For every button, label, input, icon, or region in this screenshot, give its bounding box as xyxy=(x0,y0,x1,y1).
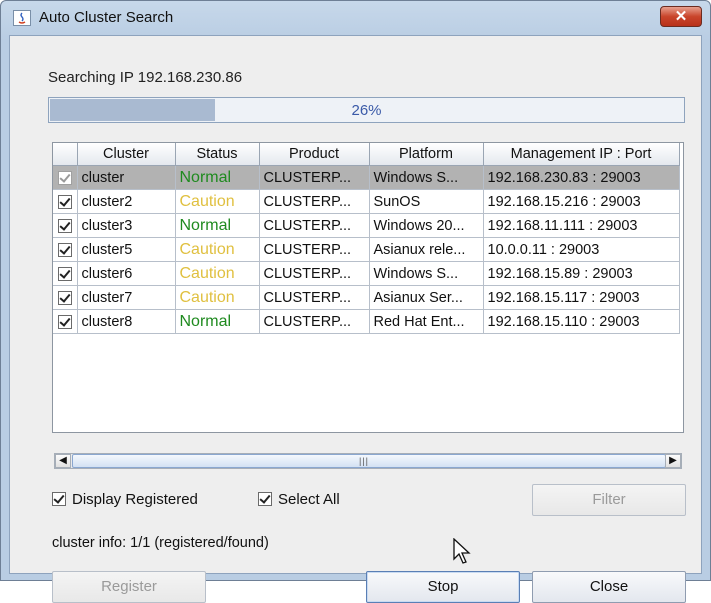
cell-cluster: cluster xyxy=(77,165,176,190)
search-status-label: Searching IP 192.168.230.86 xyxy=(48,69,243,86)
cell-management-ip: 192.168.230.83 : 29003 xyxy=(483,165,680,190)
cell-status: Caution xyxy=(175,189,260,214)
row-checkbox[interactable] xyxy=(57,218,72,233)
horizontal-scrollbar[interactable]: ◀ ||| ▶ xyxy=(54,453,682,469)
select-all-label: Select All xyxy=(278,491,340,508)
java-app-icon xyxy=(13,10,31,26)
cell-cluster: cluster6 xyxy=(77,261,176,286)
cell-status: Caution xyxy=(175,285,260,310)
search-progress-bar: 26% xyxy=(48,97,685,123)
cell-product: CLUSTERP... xyxy=(259,309,370,334)
cell-product: CLUSTERP... xyxy=(259,165,370,190)
cluster-info-label: cluster info: 1/1 (registered/found) xyxy=(52,535,269,551)
cell-cluster: cluster8 xyxy=(77,309,176,334)
window-close-button[interactable]: ✕ xyxy=(660,6,702,27)
cell-product: CLUSTERP... xyxy=(259,261,370,286)
cell-cluster: cluster5 xyxy=(77,237,176,262)
window-title: Auto Cluster Search xyxy=(39,9,174,26)
scroll-left-arrow-icon[interactable]: ◀ xyxy=(55,454,71,468)
cell-management-ip: 192.168.15.110 : 29003 xyxy=(483,309,680,334)
title-bar[interactable]: Auto Cluster Search ✕ xyxy=(1,1,710,35)
scroll-right-arrow-icon[interactable]: ▶ xyxy=(665,454,681,468)
column-header-status[interactable]: Status xyxy=(175,143,260,166)
cell-management-ip: 192.168.15.117 : 29003 xyxy=(483,285,680,310)
table-header-row: Cluster Status Product Platform Manageme… xyxy=(53,143,680,166)
cell-platform: Asianux Ser... xyxy=(369,285,484,310)
cell-status: Normal xyxy=(175,165,260,190)
close-icon: ✕ xyxy=(674,8,688,25)
stop-button[interactable]: Stop xyxy=(366,571,520,603)
cell-platform: Windows 20... xyxy=(369,213,484,238)
mouse-cursor-icon xyxy=(453,538,471,564)
cell-management-ip: 192.168.11.111 : 29003 xyxy=(483,213,680,238)
cell-platform: Windows S... xyxy=(369,165,484,190)
table-row[interactable]: cluster3 Normal CLUSTERP... Windows 20..… xyxy=(53,213,680,238)
row-checkbox-cell[interactable] xyxy=(53,165,78,190)
table-row[interactable]: cluster6 Caution CLUSTERP... Windows S..… xyxy=(53,261,680,286)
cell-platform: Asianux rele... xyxy=(369,237,484,262)
cell-product: CLUSTERP... xyxy=(259,285,370,310)
table-row[interactable]: cluster Normal CLUSTERP... Windows S... … xyxy=(53,165,680,190)
table-row[interactable]: cluster5 Caution CLUSTERP... Asianux rel… xyxy=(53,237,680,262)
row-checkbox-cell[interactable] xyxy=(53,189,78,214)
cell-management-ip: 192.168.15.89 : 29003 xyxy=(483,261,680,286)
row-checkbox-cell[interactable] xyxy=(53,213,78,238)
checkbox-checked-icon[interactable] xyxy=(258,492,272,507)
column-header-check[interactable] xyxy=(53,143,78,166)
column-header-cluster[interactable]: Cluster xyxy=(77,143,176,166)
table-row[interactable]: cluster8 Normal CLUSTERP... Red Hat Ent.… xyxy=(53,309,680,334)
row-checkbox[interactable] xyxy=(57,266,72,281)
cell-platform: Red Hat Ent... xyxy=(369,309,484,334)
checkbox-checked-icon[interactable] xyxy=(52,492,66,507)
cell-platform: Windows S... xyxy=(369,261,484,286)
grip-icon: ||| xyxy=(359,456,370,466)
scrollbar-thumb[interactable]: ||| xyxy=(72,454,666,468)
filter-button[interactable]: Filter xyxy=(532,484,686,516)
column-header-product[interactable]: Product xyxy=(259,143,370,166)
row-checkbox[interactable] xyxy=(57,242,72,257)
row-checkbox-cell[interactable] xyxy=(53,309,78,334)
row-checkbox[interactable] xyxy=(57,314,72,329)
cluster-table: Cluster Status Product Platform Manageme… xyxy=(52,142,684,433)
cell-management-ip: 10.0.0.11 : 29003 xyxy=(483,237,680,262)
cell-cluster: cluster7 xyxy=(77,285,176,310)
select-all-checkbox[interactable]: Select All xyxy=(258,491,340,508)
row-checkbox-cell[interactable] xyxy=(53,285,78,310)
cell-cluster: cluster2 xyxy=(77,189,176,214)
cell-cluster: cluster3 xyxy=(77,213,176,238)
cell-platform: SunOS xyxy=(369,189,484,214)
row-checkbox[interactable] xyxy=(57,290,72,305)
row-checkbox-cell[interactable] xyxy=(53,237,78,262)
table-row[interactable]: cluster2 Caution CLUSTERP... SunOS 192.1… xyxy=(53,189,680,214)
dialog-content: Searching IP 192.168.230.86 26% Cluster … xyxy=(9,35,702,603)
column-header-platform[interactable]: Platform xyxy=(369,143,484,166)
table-row[interactable]: cluster7 Caution CLUSTERP... Asianux Ser… xyxy=(53,285,680,310)
cell-product: CLUSTERP... xyxy=(259,213,370,238)
cell-status: Normal xyxy=(175,309,260,334)
display-registered-checkbox[interactable]: Display Registered xyxy=(52,491,198,508)
row-checkbox[interactable] xyxy=(57,194,72,209)
column-header-management-ip[interactable]: Management IP : Port xyxy=(483,143,680,166)
cell-status: Normal xyxy=(175,213,260,238)
close-button[interactable]: Close xyxy=(532,571,686,603)
row-checkbox[interactable] xyxy=(57,170,72,185)
display-registered-label: Display Registered xyxy=(72,491,198,508)
progress-percent-label: 26% xyxy=(351,102,382,119)
row-checkbox-cell[interactable] xyxy=(53,261,78,286)
cell-product: CLUSTERP... xyxy=(259,237,370,262)
register-button[interactable]: Register xyxy=(52,571,206,603)
cell-management-ip: 192.168.15.216 : 29003 xyxy=(483,189,680,214)
cell-product: CLUSTERP... xyxy=(259,189,370,214)
cell-status: Caution xyxy=(175,261,260,286)
auto-cluster-search-window: Auto Cluster Search ✕ Searching IP 192.1… xyxy=(0,0,711,603)
cell-status: Caution xyxy=(175,237,260,262)
